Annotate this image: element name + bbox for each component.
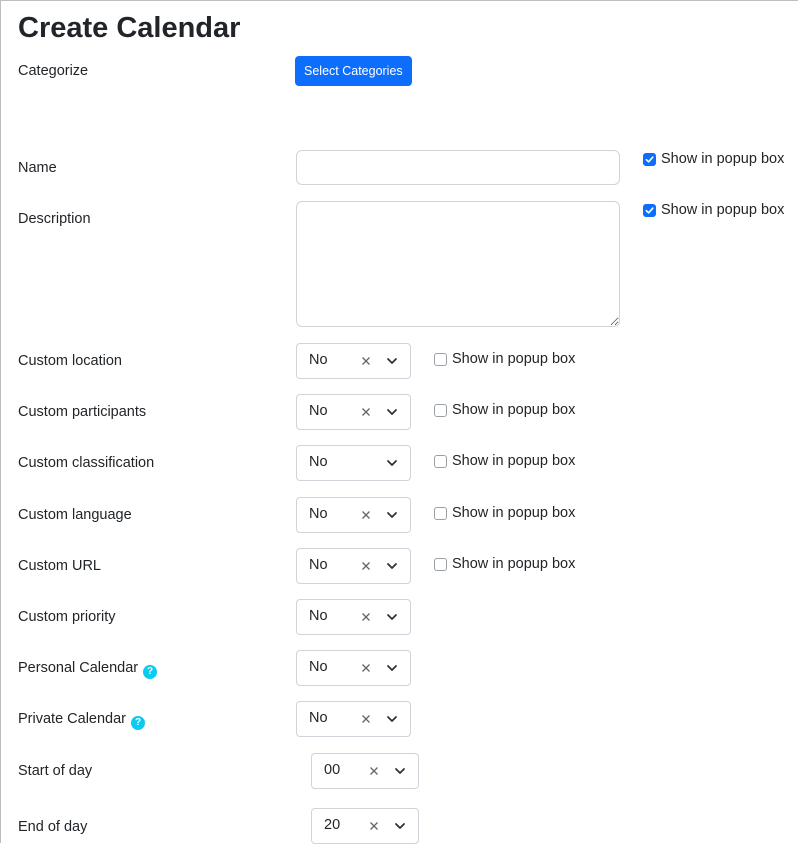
end-of-day-select[interactable]: 20 — [311, 808, 419, 844]
close-icon[interactable] — [361, 508, 371, 522]
custom-url-popup-checkbox-group[interactable]: Show in popup box — [434, 556, 575, 572]
private-calendar-label: Private Calendar — [18, 711, 126, 727]
name-label: Name — [18, 160, 57, 176]
description-popup-label: Show in popup box — [661, 202, 785, 218]
question-circle-icon[interactable]: ? — [143, 665, 158, 679]
custom-priority-label: Custom priority — [18, 609, 116, 625]
name-popup-checkbox[interactable] — [643, 152, 656, 166]
private-calendar-label-group: Private Calendar? — [18, 709, 145, 730]
description-textarea[interactable] — [296, 201, 620, 327]
close-icon[interactable] — [361, 661, 371, 675]
end-of-day-label: End of day — [18, 819, 88, 835]
close-icon[interactable] — [369, 819, 379, 833]
close-icon[interactable] — [361, 405, 371, 419]
custom-participants-popup-checkbox[interactable] — [434, 403, 447, 417]
custom-location-popup-checkbox[interactable] — [434, 352, 447, 366]
check-icon — [645, 206, 654, 214]
start-of-day-label: Start of day — [18, 763, 93, 779]
custom-language-label: Custom language — [18, 507, 132, 523]
custom-language-popup-checkbox[interactable] — [434, 506, 447, 520]
close-icon[interactable] — [361, 712, 371, 726]
select-categories-button[interactable]: Select Categories — [295, 56, 412, 86]
custom-url-label: Custom URL — [18, 558, 101, 574]
custom-participants-select[interactable]: No — [296, 394, 411, 430]
start-of-day-select[interactable]: 00 — [311, 753, 419, 789]
chevron-down-icon[interactable] — [386, 508, 398, 522]
personal-calendar-label: Personal Calendar — [18, 660, 139, 676]
close-icon[interactable] — [361, 610, 371, 624]
description-popup-checkbox-group[interactable]: Show in popup box — [643, 202, 784, 218]
personal-calendar-value: No — [309, 659, 328, 675]
custom-url-select[interactable]: No — [296, 548, 411, 584]
personal-calendar-select[interactable]: No — [296, 650, 411, 686]
close-icon[interactable] — [369, 764, 379, 778]
chevron-down-icon[interactable] — [394, 819, 406, 833]
custom-language-popup-label: Show in popup box — [452, 505, 576, 521]
custom-location-popup-label: Show in popup box — [452, 351, 576, 367]
question-circle-icon[interactable]: ? — [131, 716, 145, 730]
name-input[interactable] — [296, 150, 620, 185]
custom-url-popup-label: Show in popup box — [452, 556, 576, 572]
chevron-down-icon[interactable] — [386, 610, 398, 624]
name-popup-checkbox-group[interactable]: Show in popup box — [643, 151, 784, 167]
chevron-down-icon[interactable] — [386, 712, 398, 726]
custom-url-value: No — [309, 557, 328, 573]
custom-classification-popup-checkbox-group[interactable]: Show in popup box — [434, 453, 575, 469]
chevron-down-icon[interactable] — [386, 456, 398, 470]
custom-participants-popup-label: Show in popup box — [452, 402, 576, 418]
custom-classification-popup-checkbox[interactable] — [434, 454, 447, 468]
personal-calendar-label-group: Personal Calendar? — [18, 658, 158, 679]
custom-language-value: No — [309, 506, 328, 522]
custom-classification-value: No — [309, 454, 328, 470]
chevron-down-icon[interactable] — [394, 764, 406, 778]
private-calendar-value: No — [309, 710, 328, 726]
custom-url-popup-checkbox[interactable] — [434, 557, 447, 571]
private-calendar-select[interactable]: No — [296, 701, 411, 737]
chevron-down-icon[interactable] — [386, 354, 398, 368]
description-popup-checkbox[interactable] — [643, 203, 656, 217]
description-label: Description — [18, 211, 91, 227]
name-popup-label: Show in popup box — [661, 151, 785, 167]
categorize-label: Categorize — [18, 63, 89, 79]
custom-language-select[interactable]: No — [296, 497, 411, 533]
custom-location-popup-checkbox-group[interactable]: Show in popup box — [434, 351, 575, 367]
page-title: Create Calendar — [18, 12, 241, 44]
custom-participants-value: No — [309, 403, 328, 419]
chevron-down-icon[interactable] — [386, 405, 398, 419]
check-icon — [645, 155, 654, 163]
close-icon[interactable] — [361, 559, 371, 573]
custom-priority-select[interactable]: No — [296, 599, 411, 635]
custom-language-popup-checkbox-group[interactable]: Show in popup box — [434, 505, 575, 521]
start-of-day-value: 00 — [324, 762, 341, 778]
custom-classification-select[interactable]: No — [296, 445, 411, 481]
custom-location-select[interactable]: No — [296, 343, 411, 379]
end-of-day-value: 20 — [324, 817, 341, 833]
custom-classification-popup-label: Show in popup box — [452, 453, 576, 469]
custom-participants-label: Custom participants — [18, 404, 147, 420]
close-icon[interactable] — [361, 354, 371, 368]
chevron-down-icon[interactable] — [386, 559, 398, 573]
custom-participants-popup-checkbox-group[interactable]: Show in popup box — [434, 402, 575, 418]
custom-location-value: No — [309, 352, 328, 368]
custom-classification-label: Custom classification — [18, 455, 155, 471]
chevron-down-icon[interactable] — [386, 661, 398, 675]
custom-location-label: Custom location — [18, 353, 122, 369]
custom-priority-value: No — [309, 608, 328, 624]
